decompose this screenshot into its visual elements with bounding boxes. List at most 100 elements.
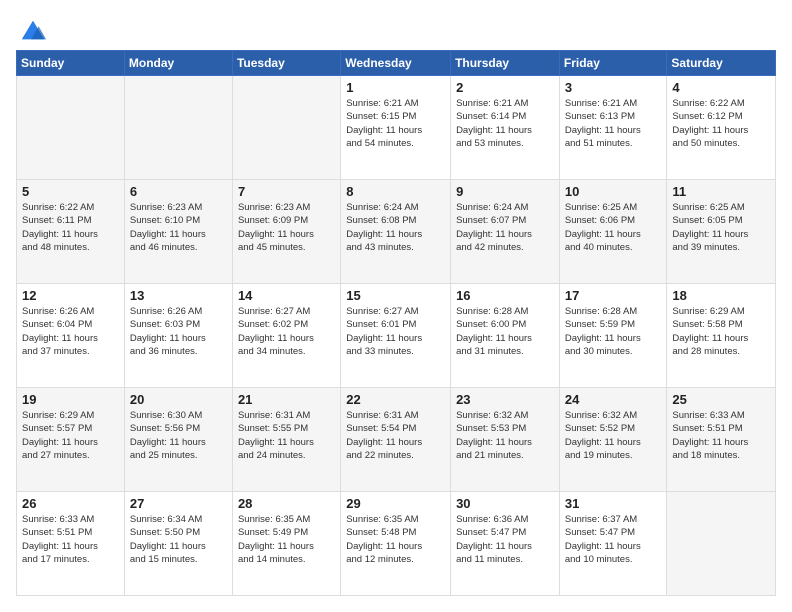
calendar-table: SundayMondayTuesdayWednesdayThursdayFrid… xyxy=(16,50,776,596)
day-cell: 19Sunrise: 6:29 AM Sunset: 5:57 PM Dayli… xyxy=(17,388,125,492)
day-info: Sunrise: 6:26 AM Sunset: 6:04 PM Dayligh… xyxy=(22,305,119,358)
calendar-header-row: SundayMondayTuesdayWednesdayThursdayFrid… xyxy=(17,51,776,76)
day-number: 25 xyxy=(672,392,770,407)
day-cell: 12 Sunrise: 6:26 AM Sunset: 6:04 PM Dayli… xyxy=(17,284,125,388)
day-cell: 27 Sunrise: 6:34 AM Sunset: 5:50 PM Dayli… xyxy=(124,492,232,596)
day-number: 1 xyxy=(346,80,445,95)
day-cell: 10 Sunrise: 6:25 AM Sunset: 6:06 PM Dayli… xyxy=(559,180,667,284)
day-info: Sunrise: 6:21 AM Sunset: 6:15 PM Dayligh… xyxy=(346,97,445,150)
day-info: Sunrise: 6:29 AM Sunset: 5:57 PM Dayligh… xyxy=(22,409,119,462)
day-info: Sunrise: 6:34 AM Sunset: 5:50 PM Dayligh… xyxy=(130,513,227,566)
day-info: Sunrise: 6:25 AM Sunset: 6:06 PM Dayligh… xyxy=(565,201,662,254)
day-number: 16 xyxy=(456,288,554,303)
day-cell: 30Sunrise: 6:36 AM Sunset: 5:47 PM Dayli… xyxy=(451,492,560,596)
logo-icon xyxy=(18,16,48,44)
day-number: 12 xyxy=(22,288,119,303)
day-number: 21 xyxy=(238,392,335,407)
day-header-tuesday: Tuesday xyxy=(232,51,340,76)
day-info: Sunrise: 6:27 AM Sunset: 6:02 PM Dayligh… xyxy=(238,305,335,358)
day-number: 31 xyxy=(565,496,662,511)
day-header-sunday: Sunday xyxy=(17,51,125,76)
day-number: 6 xyxy=(130,184,227,199)
week-row-3: 19Sunrise: 6:29 AM Sunset: 5:57 PM Dayli… xyxy=(17,388,776,492)
day-cell: 8 Sunrise: 6:24 AM Sunset: 6:08 PM Daylig… xyxy=(341,180,451,284)
day-info: Sunrise: 6:27 AM Sunset: 6:01 PM Dayligh… xyxy=(346,305,445,358)
day-cell xyxy=(124,76,232,180)
day-number: 30 xyxy=(456,496,554,511)
day-cell: 15 Sunrise: 6:27 AM Sunset: 6:01 PM Dayli… xyxy=(341,284,451,388)
day-info: Sunrise: 6:24 AM Sunset: 6:08 PM Dayligh… xyxy=(346,201,445,254)
day-cell: 1 Sunrise: 6:21 AM Sunset: 6:15 PM Daylig… xyxy=(341,76,451,180)
page-header xyxy=(16,16,776,40)
day-info: Sunrise: 6:26 AM Sunset: 6:03 PM Dayligh… xyxy=(130,305,227,358)
day-cell: 14 Sunrise: 6:27 AM Sunset: 6:02 PM Dayli… xyxy=(232,284,340,388)
day-number: 4 xyxy=(672,80,770,95)
day-header-monday: Monday xyxy=(124,51,232,76)
day-cell xyxy=(667,492,776,596)
day-number: 20 xyxy=(130,392,227,407)
day-cell: 18 Sunrise: 6:29 AM Sunset: 5:58 PM Dayli… xyxy=(667,284,776,388)
day-info: Sunrise: 6:28 AM Sunset: 6:00 PM Dayligh… xyxy=(456,305,554,358)
day-number: 3 xyxy=(565,80,662,95)
day-cell: 6 Sunrise: 6:23 AM Sunset: 6:10 PM Daylig… xyxy=(124,180,232,284)
day-info: Sunrise: 6:37 AM Sunset: 5:47 PM Dayligh… xyxy=(565,513,662,566)
day-cell: 31 Sunrise: 6:37 AM Sunset: 5:47 PM Dayli… xyxy=(559,492,667,596)
day-cell: 21Sunrise: 6:31 AM Sunset: 5:55 PM Dayli… xyxy=(232,388,340,492)
day-cell: 25 Sunrise: 6:33 AM Sunset: 5:51 PM Dayli… xyxy=(667,388,776,492)
day-number: 18 xyxy=(672,288,770,303)
day-info: Sunrise: 6:32 AM Sunset: 5:53 PM Dayligh… xyxy=(456,409,554,462)
day-info: Sunrise: 6:35 AM Sunset: 5:48 PM Dayligh… xyxy=(346,513,445,566)
day-info: Sunrise: 6:28 AM Sunset: 5:59 PM Dayligh… xyxy=(565,305,662,358)
day-header-friday: Friday xyxy=(559,51,667,76)
day-info: Sunrise: 6:22 AM Sunset: 6:12 PM Dayligh… xyxy=(672,97,770,150)
day-number: 22 xyxy=(346,392,445,407)
day-cell: 3 Sunrise: 6:21 AM Sunset: 6:13 PM Daylig… xyxy=(559,76,667,180)
day-header-wednesday: Wednesday xyxy=(341,51,451,76)
day-number: 7 xyxy=(238,184,335,199)
week-row-2: 12 Sunrise: 6:26 AM Sunset: 6:04 PM Dayli… xyxy=(17,284,776,388)
day-number: 13 xyxy=(130,288,227,303)
day-cell: 11Sunrise: 6:25 AM Sunset: 6:05 PM Dayli… xyxy=(667,180,776,284)
day-header-thursday: Thursday xyxy=(451,51,560,76)
day-info: Sunrise: 6:21 AM Sunset: 6:14 PM Dayligh… xyxy=(456,97,554,150)
day-cell: 13 Sunrise: 6:26 AM Sunset: 6:03 PM Dayli… xyxy=(124,284,232,388)
day-info: Sunrise: 6:23 AM Sunset: 6:10 PM Dayligh… xyxy=(130,201,227,254)
day-number: 2 xyxy=(456,80,554,95)
day-number: 15 xyxy=(346,288,445,303)
week-row-1: 5Sunrise: 6:22 AM Sunset: 6:11 PM Daylig… xyxy=(17,180,776,284)
day-number: 24 xyxy=(565,392,662,407)
day-info: Sunrise: 6:33 AM Sunset: 5:51 PM Dayligh… xyxy=(672,409,770,462)
day-number: 11 xyxy=(672,184,770,199)
day-cell xyxy=(17,76,125,180)
day-info: Sunrise: 6:23 AM Sunset: 6:09 PM Dayligh… xyxy=(238,201,335,254)
day-number: 14 xyxy=(238,288,335,303)
day-info: Sunrise: 6:31 AM Sunset: 5:54 PM Dayligh… xyxy=(346,409,445,462)
day-number: 8 xyxy=(346,184,445,199)
day-cell xyxy=(232,76,340,180)
day-info: Sunrise: 6:21 AM Sunset: 6:13 PM Dayligh… xyxy=(565,97,662,150)
day-number: 5 xyxy=(22,184,119,199)
week-row-0: 1 Sunrise: 6:21 AM Sunset: 6:15 PM Daylig… xyxy=(17,76,776,180)
day-cell: 2 Sunrise: 6:21 AM Sunset: 6:14 PM Daylig… xyxy=(451,76,560,180)
day-number: 29 xyxy=(346,496,445,511)
day-cell: 22 Sunrise: 6:31 AM Sunset: 5:54 PM Dayli… xyxy=(341,388,451,492)
day-info: Sunrise: 6:29 AM Sunset: 5:58 PM Dayligh… xyxy=(672,305,770,358)
day-cell: 26Sunrise: 6:33 AM Sunset: 5:51 PM Dayli… xyxy=(17,492,125,596)
day-cell: 29 Sunrise: 6:35 AM Sunset: 5:48 PM Dayli… xyxy=(341,492,451,596)
day-number: 27 xyxy=(130,496,227,511)
day-number: 28 xyxy=(238,496,335,511)
day-info: Sunrise: 6:30 AM Sunset: 5:56 PM Dayligh… xyxy=(130,409,227,462)
day-cell: 9Sunrise: 6:24 AM Sunset: 6:07 PM Daylig… xyxy=(451,180,560,284)
day-number: 10 xyxy=(565,184,662,199)
logo xyxy=(16,16,48,40)
day-info: Sunrise: 6:24 AM Sunset: 6:07 PM Dayligh… xyxy=(456,201,554,254)
day-cell: 5Sunrise: 6:22 AM Sunset: 6:11 PM Daylig… xyxy=(17,180,125,284)
day-number: 23 xyxy=(456,392,554,407)
day-cell: 17 Sunrise: 6:28 AM Sunset: 5:59 PM Dayli… xyxy=(559,284,667,388)
day-cell: 16 Sunrise: 6:28 AM Sunset: 6:00 PM Dayli… xyxy=(451,284,560,388)
day-info: Sunrise: 6:35 AM Sunset: 5:49 PM Dayligh… xyxy=(238,513,335,566)
day-number: 17 xyxy=(565,288,662,303)
day-number: 26 xyxy=(22,496,119,511)
day-cell: 4 Sunrise: 6:22 AM Sunset: 6:12 PM Daylig… xyxy=(667,76,776,180)
day-cell: 20 Sunrise: 6:30 AM Sunset: 5:56 PM Dayli… xyxy=(124,388,232,492)
